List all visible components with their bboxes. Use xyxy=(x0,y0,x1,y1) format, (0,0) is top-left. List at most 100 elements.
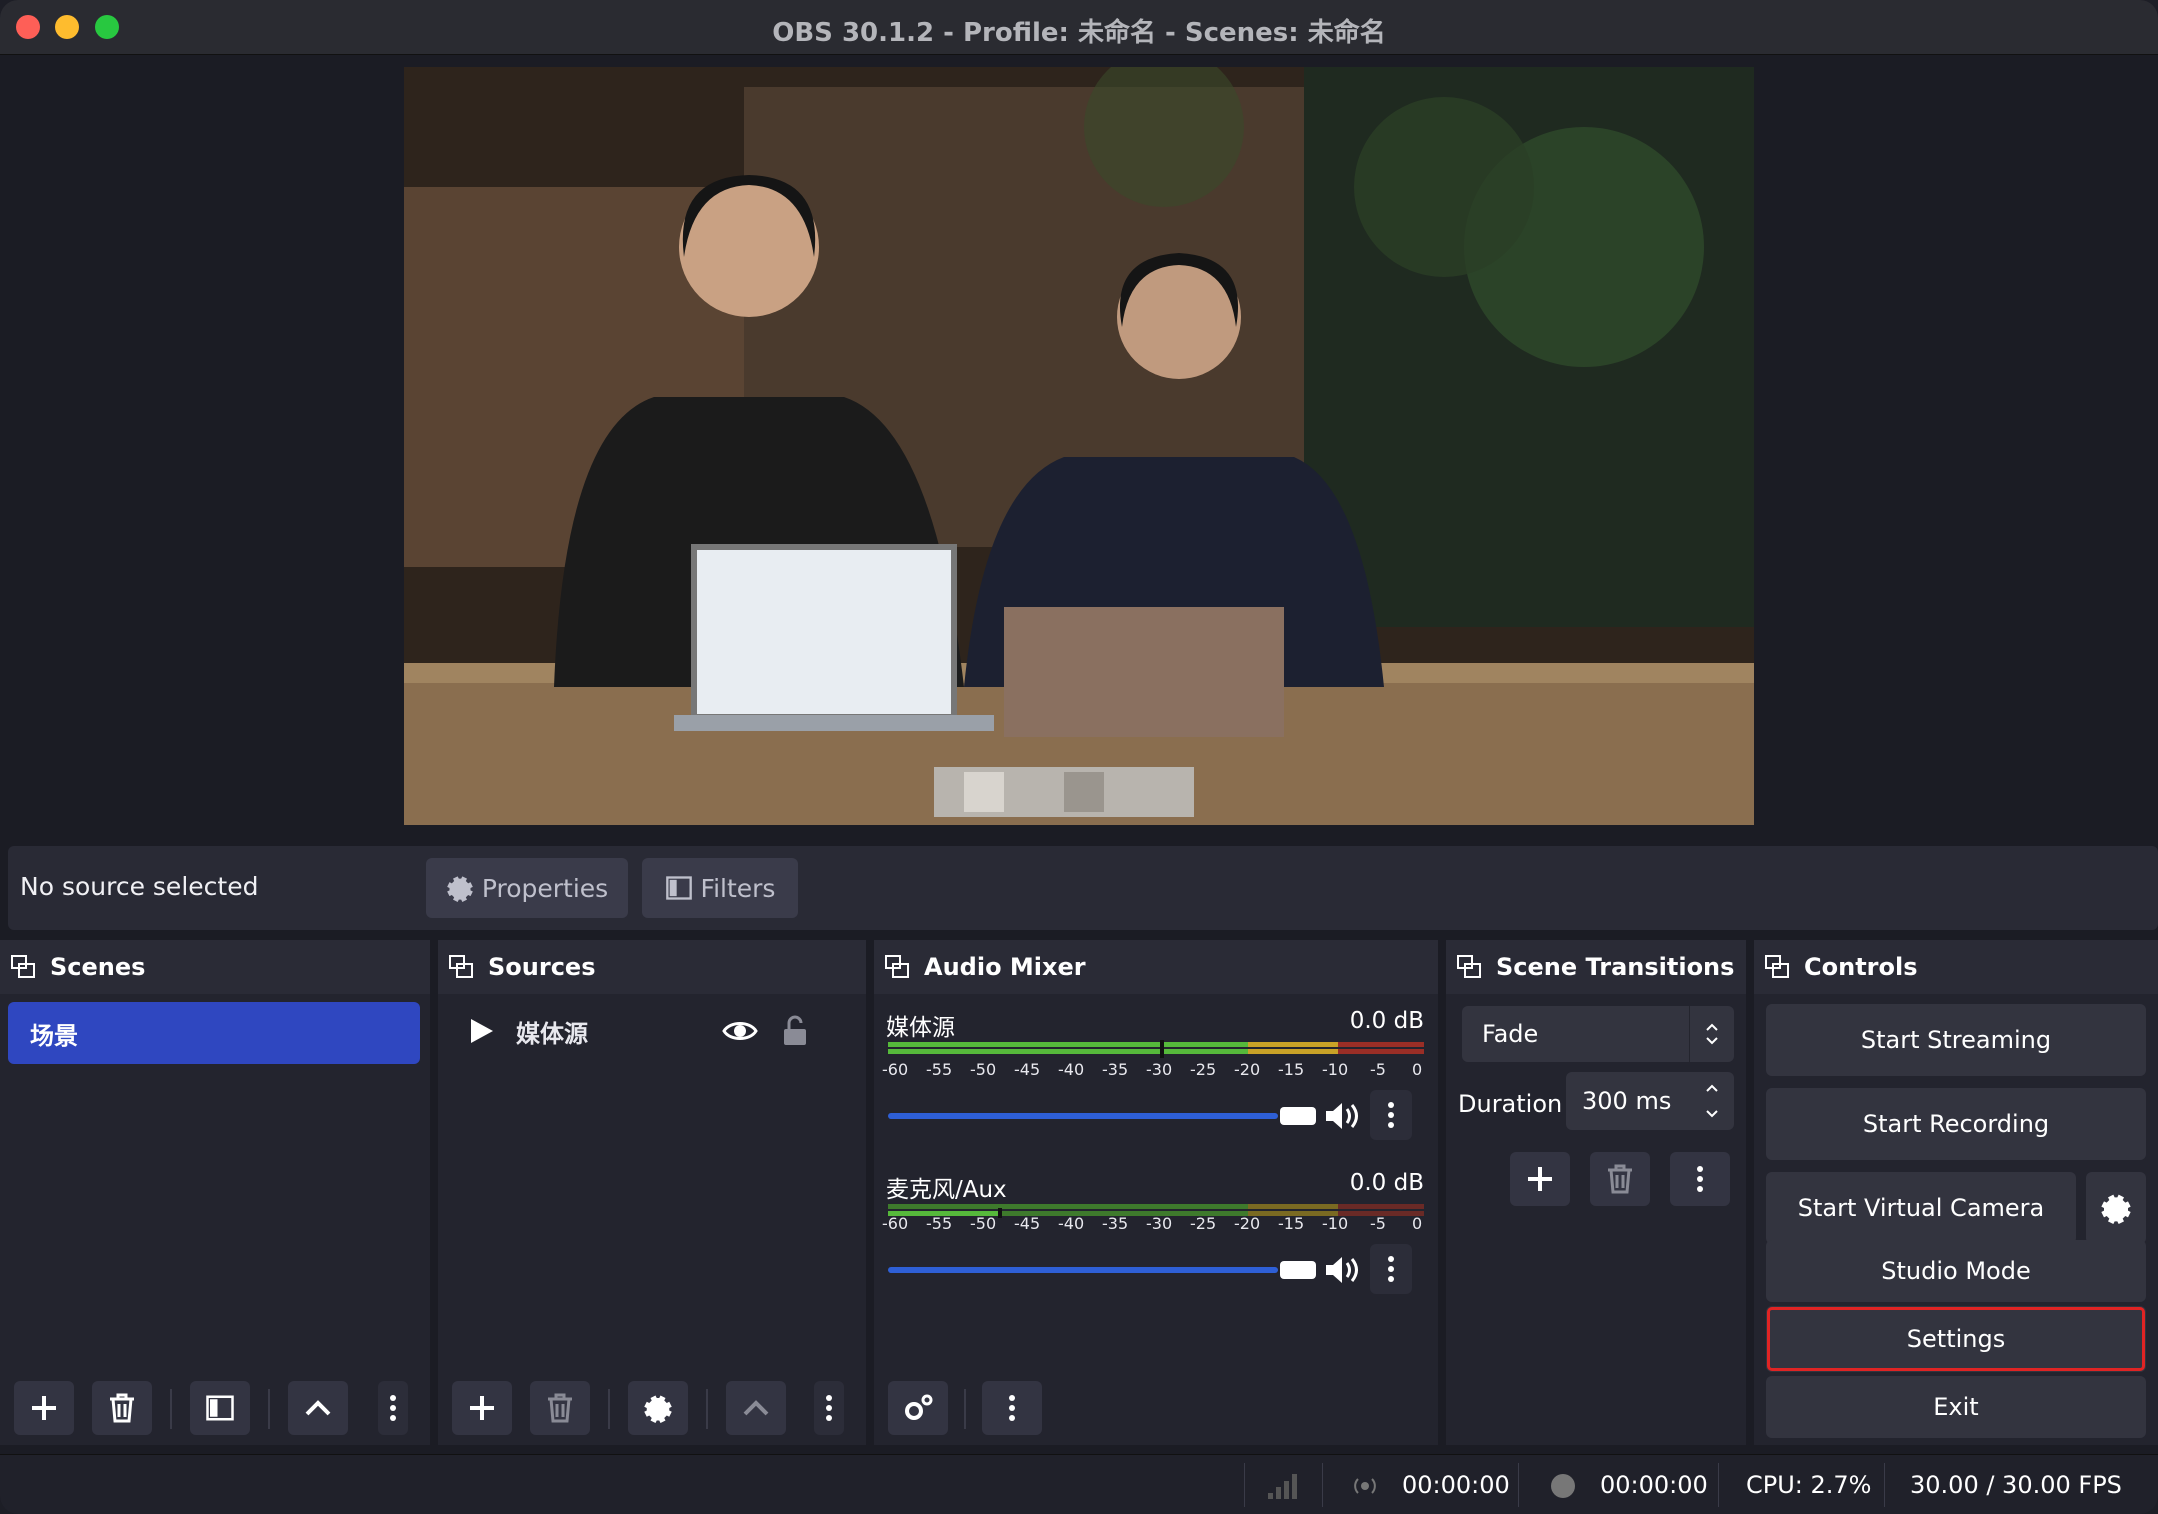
filters-label: Filters xyxy=(700,873,776,903)
record-time: 00:00:00 xyxy=(1600,1471,1708,1499)
gear-icon xyxy=(446,876,473,902)
status-bar: 00:00:00 00:00:00 CPU: 2.7% 30.00 / 30.0… xyxy=(0,1454,2158,1514)
unlock-icon[interactable] xyxy=(782,1015,808,1047)
scenes-dock-header[interactable]: Scenes xyxy=(0,940,430,994)
advanced-audio-properties-button[interactable] xyxy=(888,1381,948,1435)
filter-icon xyxy=(206,1395,234,1421)
volume-slider-handle[interactable] xyxy=(1280,1261,1316,1279)
speaker-icon[interactable] xyxy=(1322,1250,1362,1290)
chevron-up-icon xyxy=(743,1400,769,1416)
exit-button[interactable]: Exit xyxy=(1766,1376,2146,1438)
remove-scene-button[interactable] xyxy=(92,1381,152,1435)
trash-icon xyxy=(110,1393,134,1423)
dock-float-icon[interactable] xyxy=(1456,954,1482,980)
duration-spinbox[interactable]: 300 ms xyxy=(1566,1072,1734,1130)
channel-name: 媒体源 xyxy=(886,1015,955,1041)
settings-button[interactable]: Settings xyxy=(1766,1306,2146,1372)
channel-name: 麦克风/Aux xyxy=(886,1177,1007,1203)
spin-arrows-icon[interactable] xyxy=(1704,1081,1720,1121)
duration-label: Duration xyxy=(1458,1090,1563,1118)
virtual-camera-settings-button[interactable] xyxy=(2086,1172,2146,1244)
gear-icon xyxy=(644,1395,672,1423)
scenes-dock: Scenes 场景 xyxy=(0,940,430,1445)
controls-dock-title: Controls xyxy=(1804,953,1918,981)
streaming-status-icon xyxy=(1354,1478,1376,1494)
more-vertical-icon xyxy=(1009,1395,1015,1421)
scenes-more-button[interactable] xyxy=(378,1381,408,1435)
trash-icon xyxy=(548,1393,572,1423)
sources-dock-header[interactable]: Sources xyxy=(438,940,866,994)
more-vertical-icon xyxy=(390,1395,396,1421)
volume-meter xyxy=(888,1040,1424,1058)
transition-select-value: Fade xyxy=(1482,1020,1539,1048)
remove-transition-button[interactable] xyxy=(1590,1152,1650,1206)
scenes-dock-title: Scenes xyxy=(50,953,146,981)
properties-button[interactable]: Properties xyxy=(426,858,628,918)
duration-value: 300 ms xyxy=(1582,1087,1672,1115)
gears-icon xyxy=(905,1394,933,1420)
more-vertical-icon xyxy=(826,1395,832,1421)
add-scene-button[interactable] xyxy=(14,1381,74,1435)
gear-icon xyxy=(2101,1194,2131,1224)
channel-menu-button[interactable] xyxy=(1370,1090,1412,1140)
preview-scene-image xyxy=(404,67,1754,825)
filter-icon xyxy=(665,876,692,900)
audio-mixer-dock: Audio Mixer 媒体源 0.0 dB -60 -55 -50 -45 -… xyxy=(874,940,1438,1445)
sources-more-button[interactable] xyxy=(814,1381,844,1435)
start-virtual-camera-button[interactable]: Start Virtual Camera xyxy=(1766,1172,2076,1244)
preview-area[interactable] xyxy=(0,55,2158,840)
source-item-label: 媒体源 xyxy=(516,1019,588,1048)
obs-window: OBS 30.1.2 - Profile: 未命名 - Scenes: 未命名 xyxy=(0,0,2158,1514)
sources-toolbar xyxy=(438,1373,866,1439)
transition-properties-button[interactable] xyxy=(1670,1152,1730,1206)
context-bar: No source selected Properties Filters xyxy=(8,846,2158,930)
sources-dock-title: Sources xyxy=(488,953,596,981)
dock-float-icon[interactable] xyxy=(448,954,474,980)
channel-menu-button[interactable] xyxy=(1370,1244,1412,1294)
controls-dock: Controls Start Streaming Start Recording… xyxy=(1754,940,2158,1445)
move-source-up-button[interactable] xyxy=(726,1381,786,1435)
dock-float-icon[interactable] xyxy=(1764,954,1790,980)
audio-mixer-more-button[interactable] xyxy=(982,1381,1042,1435)
dock-float-icon[interactable] xyxy=(884,954,910,980)
dock-float-icon[interactable] xyxy=(10,954,36,980)
cpu-usage: CPU: 2.7% xyxy=(1746,1471,1872,1499)
controls-dock-header[interactable]: Controls xyxy=(1754,940,2158,994)
more-vertical-icon xyxy=(1388,1256,1394,1282)
transition-select[interactable]: Fade xyxy=(1462,1006,1734,1062)
add-transition-button[interactable] xyxy=(1510,1152,1570,1206)
start-streaming-button[interactable]: Start Streaming xyxy=(1766,1004,2146,1076)
volume-slider[interactable] xyxy=(888,1267,1278,1273)
scene-filters-button[interactable] xyxy=(190,1381,250,1435)
transitions-toolbar xyxy=(1446,1144,1746,1210)
scene-transitions-dock: Scene Transitions Fade Duration 300 ms xyxy=(1446,940,1746,1445)
title-bar: OBS 30.1.2 - Profile: 未命名 - Scenes: 未命名 xyxy=(0,0,2158,55)
chevron-up-down-icon xyxy=(1706,1023,1718,1045)
scene-list-item[interactable]: 场景 xyxy=(8,1002,420,1064)
media-source-icon xyxy=(471,1019,493,1043)
scene-transitions-dock-title: Scene Transitions xyxy=(1496,953,1735,981)
plus-icon xyxy=(470,1396,494,1420)
record-status-icon xyxy=(1551,1474,1575,1498)
filters-button[interactable]: Filters xyxy=(642,858,798,918)
scene-transitions-dock-header[interactable]: Scene Transitions xyxy=(1446,940,1746,994)
start-recording-button[interactable]: Start Recording xyxy=(1766,1088,2146,1160)
meter-scale: -60 -55 -50 -45 -40 -35 -30 -25 -20 -15 … xyxy=(882,1060,1423,1079)
properties-label: Properties xyxy=(481,873,609,903)
source-properties-button[interactable] xyxy=(628,1381,688,1435)
volume-slider-handle[interactable] xyxy=(1280,1107,1316,1125)
volume-slider[interactable] xyxy=(888,1113,1278,1119)
audio-mixer-dock-header[interactable]: Audio Mixer xyxy=(874,940,1438,994)
audio-mixer-toolbar xyxy=(874,1373,1438,1439)
studio-mode-button[interactable]: Studio Mode xyxy=(1766,1240,2146,1302)
move-scene-up-button[interactable] xyxy=(288,1381,348,1435)
remove-source-button[interactable] xyxy=(530,1381,590,1435)
plus-icon xyxy=(32,1396,56,1420)
add-source-button[interactable] xyxy=(452,1381,512,1435)
preview-video[interactable] xyxy=(404,67,1754,825)
speaker-icon[interactable] xyxy=(1322,1096,1362,1136)
source-list-item[interactable]: 媒体源 xyxy=(438,1000,866,1062)
channel-db: 0.0 dB xyxy=(1349,1008,1424,1034)
eye-icon[interactable] xyxy=(722,1018,758,1044)
meter-scale: -60 -55 -50 -45 -40 -35 -30 -25 -20 -15 … xyxy=(882,1214,1423,1233)
